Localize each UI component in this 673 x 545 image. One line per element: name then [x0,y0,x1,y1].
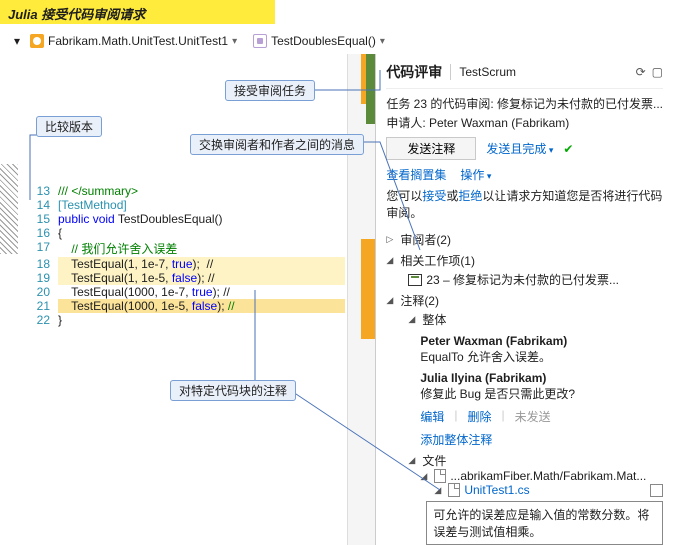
panel-title: 代码评审 [386,62,442,82]
dropdown-icon[interactable]: ▾ [232,36,237,47]
comments-section[interactable]: ◢注释(2) [386,292,663,309]
file-icon [448,483,460,497]
comment-body: 修复此 Bug 是否只需此更改? [420,387,575,401]
requester-name: Peter Waxman (Fabrikam) [429,116,569,130]
workitem-icon [408,274,422,286]
old-version-gutter [0,54,18,545]
page-banner: Julia 接受代码审阅请求 [0,0,275,24]
accept-link[interactable]: 接受 [422,189,446,203]
inline-comment-tip: 可允许的误差应是输入值的常数分数。将误差与测试值相乘。 [426,501,663,545]
unsent-label: 未发送 [515,408,551,425]
comment-author: Peter Waxman (Fabrikam) [420,334,567,348]
project-name: TestScrum [459,65,516,79]
file-name-link[interactable]: UnitTest1.cs [464,483,529,497]
csharp-file-icon [30,34,44,48]
workitem-text[interactable]: 23 – 修复标记为未付款的已付发票... [426,273,619,287]
divider [450,64,451,80]
dropdown-icon[interactable]: ▾ [380,36,385,47]
collapse-icon: ◢ [408,314,418,325]
callout-compare: 比较版本 [36,116,102,137]
collapse-icon: ◢ [386,295,396,306]
file-checkbox[interactable] [650,484,663,497]
file-row[interactable]: ◢ UnitTest1.cs [408,483,663,497]
callout-block: 对特定代码块的注释 [170,380,296,401]
edit-link[interactable]: 编辑 [420,408,444,425]
file-icon [434,469,446,483]
hatch-marker [0,164,18,254]
checkmark-icon: ✔ [563,142,573,156]
collapse-icon: ◢ [434,485,444,496]
refresh-icon[interactable]: ⟳ [636,65,646,79]
send-and-complete-link[interactable]: 发送且完成 [486,140,553,157]
nav-caret-icon[interactable]: ▾ [14,34,20,48]
overall-section[interactable]: ◢整体 [408,311,663,328]
comment-author: Julia Ilyina (Fabrikam) [420,371,546,385]
accept-reject-note: 您可以接受或拒绝以让请求方知道您是否将进行代码审阅。 [386,187,663,221]
minimap-accept-range [366,54,375,124]
minimap-range [361,239,375,339]
file-tab-label: Fabrikam.Math.UnitTest.UnitTest1 [48,34,228,48]
tab-bar: ▾ Fabrikam.Math.UnitTest.UnitTest1 ▾ Tes… [0,30,673,52]
reject-link[interactable]: 拒绝 [458,189,482,203]
requester-label: 申请人: [386,116,429,130]
minimap[interactable] [347,54,375,545]
reviewers-section[interactable]: ▷审阅者(2) [386,231,663,248]
expand-icon: ▷ [386,234,396,245]
view-shelveset-link[interactable]: 查看搁置集 [386,166,446,183]
callout-exchange: 交换审阅者和作者之间的消息 [190,134,364,155]
add-overall-comment-link[interactable]: 添加整体注释 [408,431,663,448]
file-tab[interactable]: Fabrikam.Math.UnitTest.UnitTest1 ▾ [24,32,243,50]
collapse-icon: ◢ [408,455,418,466]
method-tab-label: TestDoublesEqual() [271,34,376,48]
send-comment-button[interactable]: 发送注释 [386,137,476,160]
actions-menu[interactable]: 操作 [460,166,491,183]
files-section[interactable]: ◢文件 [408,452,663,469]
task-title: 任务 23 的代码审阅: 修复标记为未付款的已付发票... [386,95,663,112]
open-icon[interactable]: ▢ [652,65,663,79]
comment-body: EqualTo 允许舍入误差。 [420,350,551,364]
file-path-row[interactable]: ◢...abrikamFiber.Math/Fabrikam.Mat... [408,469,663,483]
delete-link[interactable]: 删除 [467,408,491,425]
collapse-icon: ◢ [386,255,396,266]
workitems-section[interactable]: ◢相关工作项(1) [386,252,663,269]
collapse-icon: ◢ [420,471,430,482]
callout-accept: 接受审阅任务 [225,80,315,101]
method-icon [253,34,267,48]
method-tab[interactable]: TestDoublesEqual() ▾ [247,32,391,50]
review-panel: 代码评审 TestScrum ⟳ ▢ 任务 23 的代码审阅: 修复标记为未付款… [376,54,673,545]
